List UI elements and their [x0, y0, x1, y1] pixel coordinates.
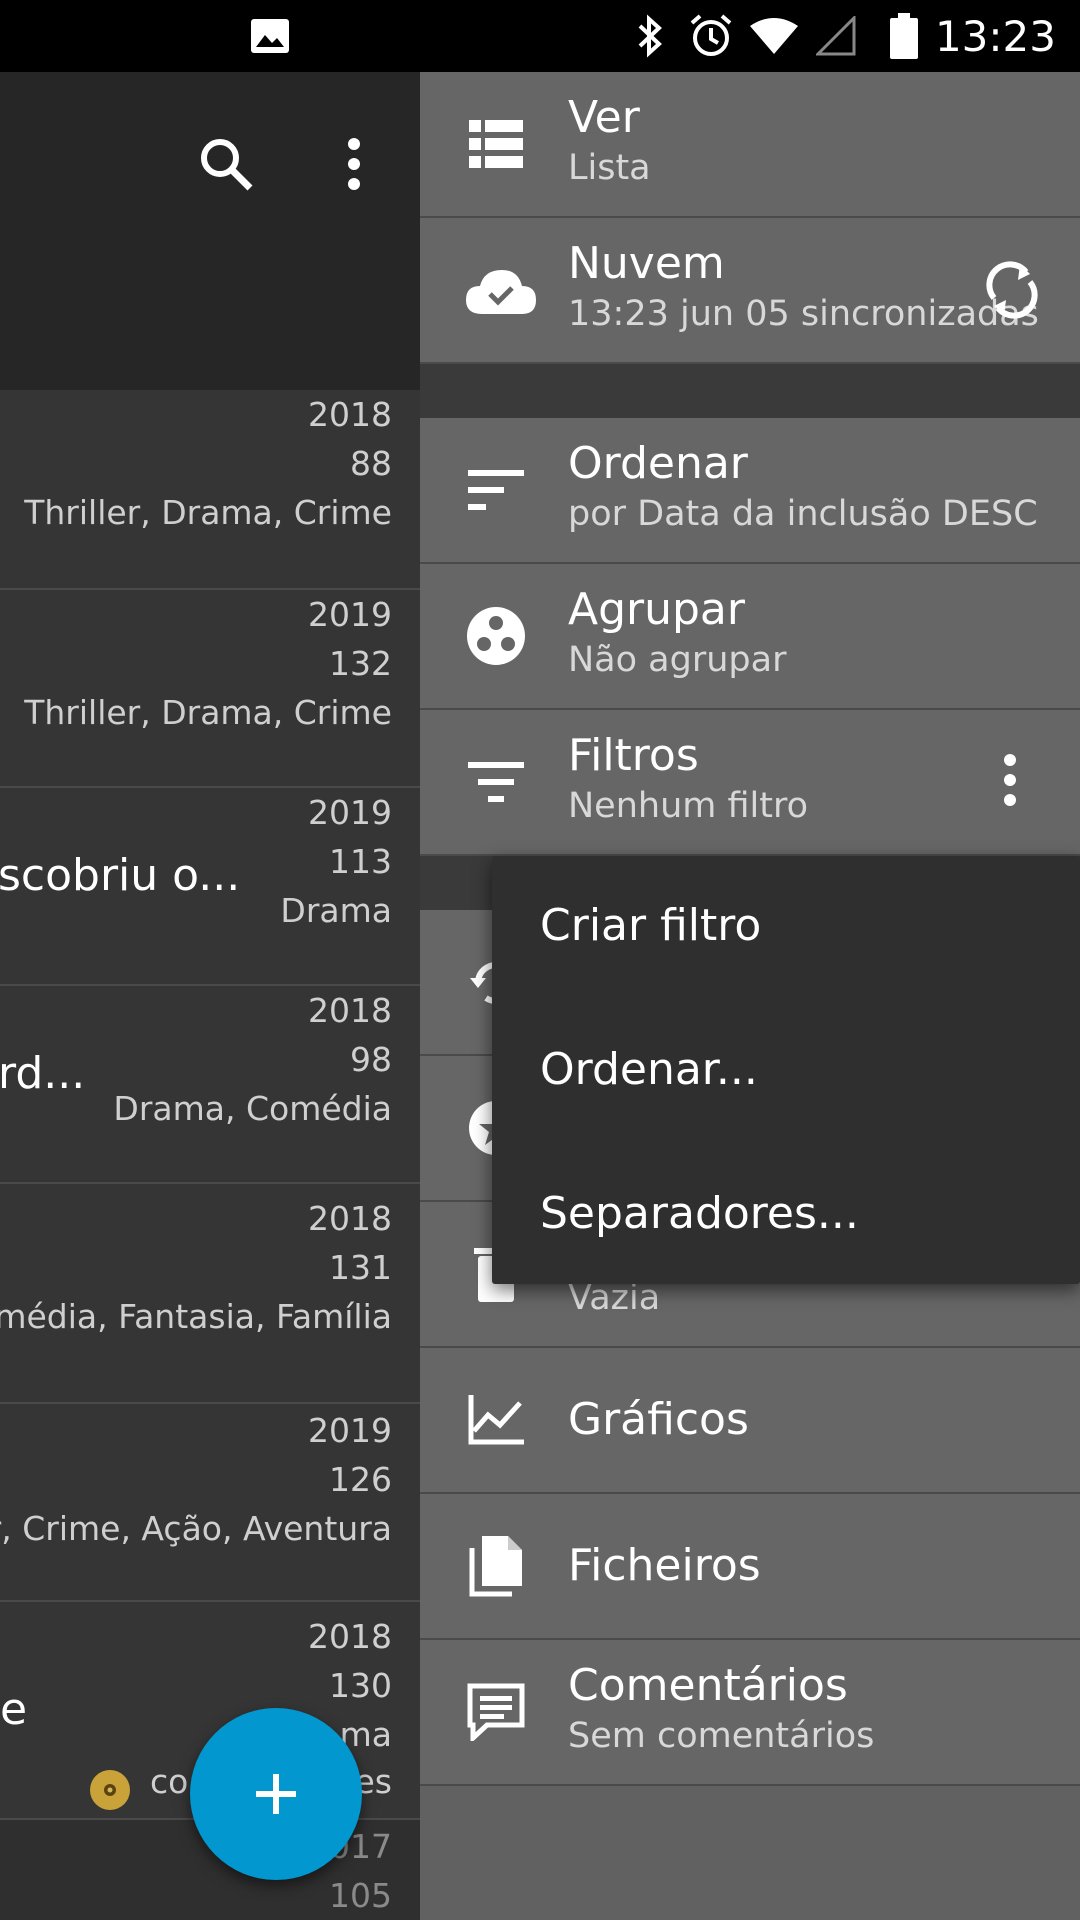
list-item[interactable]: 2018 88 Thriller, Drama, Crime — [0, 390, 420, 590]
drawer-item-sort[interactable]: Ordenar por Data da inclusão DESC — [420, 418, 1080, 564]
cell-signal-icon — [814, 0, 858, 72]
sort-icon — [466, 460, 526, 520]
year: 2018 — [308, 991, 392, 1030]
drawer-item-label: Ver — [568, 92, 640, 143]
drawer-item-group[interactable]: Agrupar Não agrupar — [420, 564, 1080, 710]
drawer-item-value: por Data da inclusão DESC — [568, 494, 1038, 534]
drawer-item-value: Nenhum filtro — [568, 786, 809, 826]
sync-icon[interactable] — [980, 258, 1044, 322]
movie-title: scobriu o... — [0, 850, 241, 901]
drawer-item-value: Lista — [568, 148, 651, 188]
drawer-item-label: Ordenar — [568, 438, 748, 489]
cloud-done-icon — [464, 260, 538, 320]
movie-list: 2018 88 Thriller, Drama, Crime 2019 132 … — [0, 72, 420, 1920]
disc-icon — [88, 1768, 132, 1812]
year: 2018 — [308, 1617, 392, 1656]
genres: Thriller, Drama, Crime — [24, 493, 392, 532]
file-copy-icon — [466, 1536, 526, 1597]
list-item[interactable]: 2018 131 omédia, Fantasia, Família — [0, 1184, 420, 1404]
comment-icon — [466, 1682, 526, 1742]
bluetooth-icon — [628, 0, 672, 72]
drawer-item-value: Vazia — [568, 1278, 661, 1318]
app-bar — [0, 72, 420, 390]
movie-title: rd... — [0, 1048, 86, 1099]
wifi-icon — [748, 0, 800, 72]
genres: Thriller, Drama, Crime — [24, 693, 392, 732]
drawer-item-label: Comentários — [568, 1660, 848, 1711]
menu-item-sort[interactable]: Ordenar... — [540, 1044, 758, 1095]
duration: 105 — [329, 1876, 392, 1915]
add-fab-button[interactable] — [190, 1708, 362, 1880]
battery-icon — [884, 0, 924, 72]
year: 2019 — [308, 595, 392, 634]
duration: 132 — [329, 644, 392, 683]
list-item[interactable]: scobriu o... 2019 113 Drama — [0, 788, 420, 986]
drawer-item-filters[interactable]: Filtros Nenhum filtro — [420, 710, 1080, 856]
plus-icon — [256, 1774, 296, 1814]
duration: 88 — [350, 444, 392, 483]
filters-more-icon[interactable] — [1000, 752, 1020, 812]
search-icon[interactable] — [186, 124, 266, 204]
year: 2018 — [308, 395, 392, 434]
more-vert-icon[interactable] — [314, 124, 394, 204]
genres: omédia, Fantasia, Família — [0, 1297, 392, 1336]
list-item[interactable]: 2019 126 er, Crime, Ação, Aventura — [0, 1404, 420, 1602]
duration: 113 — [329, 842, 392, 881]
drawer-item-comments[interactable]: Comentários Sem comentários — [420, 1640, 1080, 1786]
drawer-item-files[interactable]: Ficheiros — [420, 1494, 1080, 1640]
year: 2019 — [308, 793, 392, 832]
drawer-item-charts[interactable]: Gráficos — [420, 1348, 1080, 1494]
drawer-item-label: Nuvem — [568, 238, 725, 289]
group-work-icon — [466, 606, 526, 666]
filter-icon — [466, 752, 526, 812]
alarm-icon — [686, 0, 736, 72]
duration: 98 — [350, 1040, 392, 1079]
clock: 13:23 — [934, 11, 1056, 61]
drawer-item-label: Filtros — [568, 730, 699, 781]
list-item[interactable]: rd... 2018 98 Drama, Comédia — [0, 986, 420, 1184]
year: 2019 — [308, 1411, 392, 1450]
status-bar: 13:23 — [0, 0, 1080, 72]
duration: 126 — [329, 1460, 392, 1499]
menu-item-separators[interactable]: Separadores... — [540, 1188, 859, 1239]
genres: er, Crime, Ação, Aventura — [0, 1509, 392, 1548]
view-list-icon — [466, 114, 526, 174]
drawer-item-cloud[interactable]: Nuvem 13:23 jun 05 sincronizadas — [420, 218, 1080, 364]
drawer-item-value: Não agrupar — [568, 640, 787, 680]
genres: Drama — [280, 891, 392, 930]
chart-icon — [466, 1390, 526, 1450]
filters-popup-menu: Criar filtro Ordenar... Separadores... — [492, 856, 1080, 1284]
menu-item-create-filter[interactable]: Criar filtro — [540, 900, 761, 951]
tag-text: co — [150, 1762, 189, 1801]
image-notification-icon — [246, 0, 294, 72]
list-item[interactable]: 2019 132 Thriller, Drama, Crime — [0, 590, 420, 788]
year: 2018 — [308, 1199, 392, 1238]
duration: 131 — [329, 1248, 392, 1287]
drawer-item-value: 13:23 jun 05 sincronizadas — [568, 294, 1039, 334]
drawer-item-view[interactable]: Ver Lista — [420, 72, 1080, 218]
drawer-item-value: Sem comentários — [568, 1716, 875, 1756]
drawer-item-label: Gráficos — [568, 1394, 749, 1445]
drawer-item-label: Agrupar — [568, 584, 745, 635]
genres: Drama, Comédia — [113, 1089, 392, 1128]
drawer-item-label: Ficheiros — [568, 1540, 761, 1591]
movie-title: e — [0, 1684, 28, 1735]
divider — [420, 364, 1080, 418]
duration: 130 — [329, 1666, 392, 1705]
